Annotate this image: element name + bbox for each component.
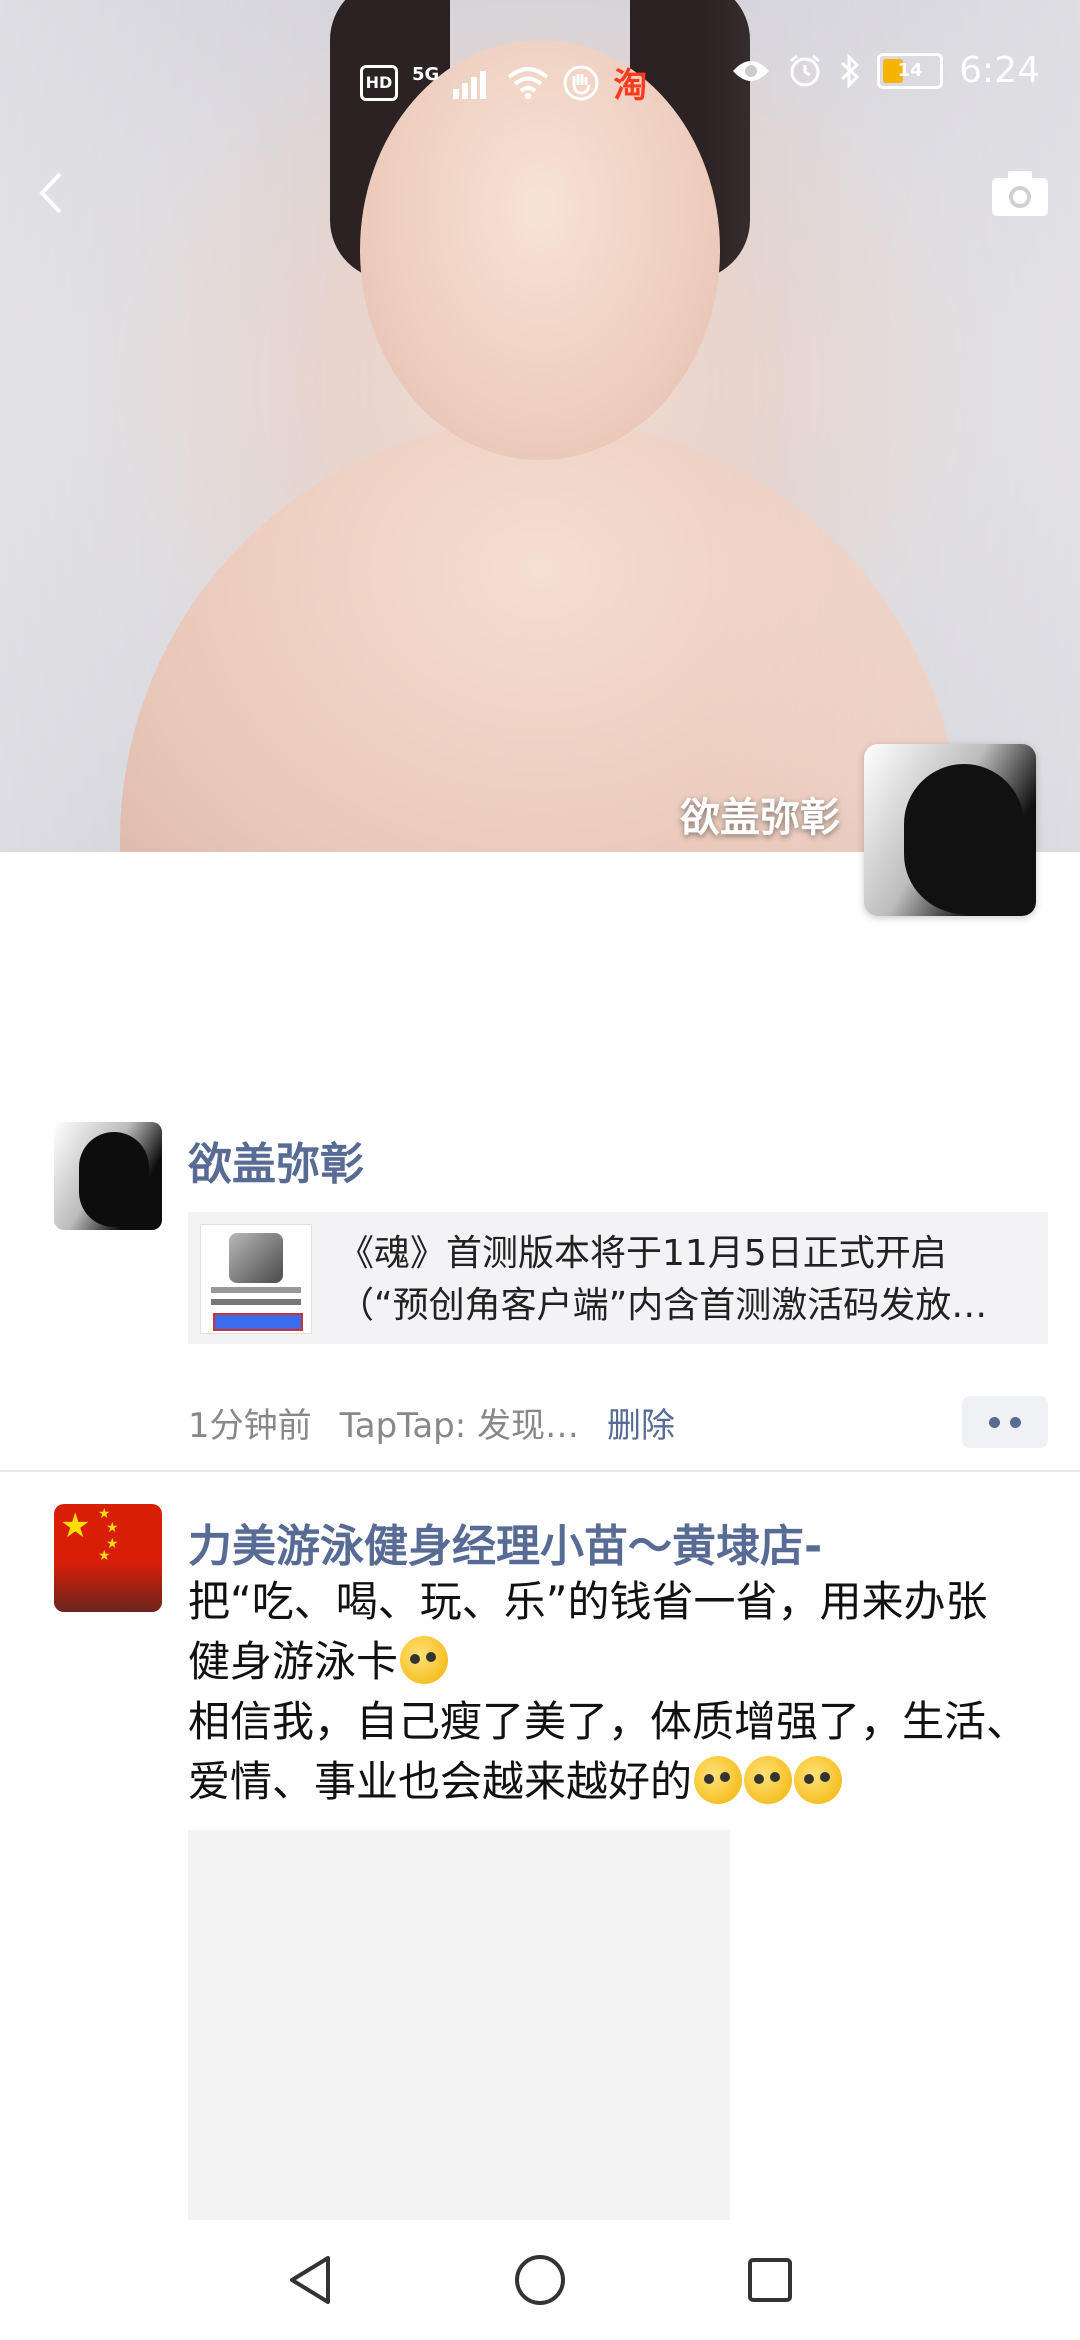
battery-level: 14 xyxy=(897,60,923,81)
wifi-icon xyxy=(508,66,549,99)
chevron-left-icon xyxy=(39,172,62,214)
shared-link-line-1: 《魂》首测版本将于11月5日正式开启 xyxy=(338,1233,947,1274)
avatar-silhouette xyxy=(904,764,1024,914)
camera-icon xyxy=(992,171,1048,216)
alarm-icon xyxy=(790,54,821,86)
post-image[interactable] xyxy=(188,1830,730,2220)
back-button[interactable] xyxy=(28,168,78,218)
game-logo-icon xyxy=(229,1233,283,1283)
post-avatar[interactable] xyxy=(54,1122,162,1230)
post-time: 1分钟前 xyxy=(188,1406,312,1446)
nav-home-button[interactable] xyxy=(510,2250,570,2310)
more-dot-icon xyxy=(989,1416,1000,1428)
bluetooth-icon xyxy=(841,52,860,89)
status-time: 6:24 xyxy=(959,50,1040,91)
post-avatar[interactable]: ★ ★ ★ ★ ★ xyxy=(54,1504,162,1612)
hd-icon: HD xyxy=(360,64,398,101)
nav-recents-button[interactable] xyxy=(740,2250,800,2310)
system-navigation-bar xyxy=(0,2222,1080,2340)
status-left: HD 5G 淘 xyxy=(360,58,647,107)
post-divider xyxy=(0,1470,1080,1472)
battery-icon: 14 xyxy=(877,52,944,89)
post-username[interactable]: 力美游泳健身经理小苗～黄埭店- xyxy=(188,1510,822,1574)
signal-icon xyxy=(453,70,487,99)
thumb-line xyxy=(211,1287,301,1293)
post-text: 把“吃、喝、玩、乐”的钱省一省，用来办张健身游泳卡 相信我，自己瘦了美了，体质增… xyxy=(188,1572,1028,1812)
tongue-emoji-icon xyxy=(694,1756,743,1804)
star-icon: ★ xyxy=(60,1506,91,1546)
eye-icon xyxy=(733,60,770,81)
post-meta: 1分钟前 TapTap: 发现… 删除 xyxy=(188,1398,675,1447)
hand-icon xyxy=(563,65,599,100)
delete-button[interactable]: 删除 xyxy=(607,1398,675,1447)
profile-avatar[interactable] xyxy=(864,744,1036,916)
thumb-line xyxy=(211,1299,301,1305)
cover-username: 欲盖弥彰 xyxy=(680,795,840,841)
taobao-icon: 淘 xyxy=(613,66,648,106)
avatar-silhouette xyxy=(79,1132,149,1227)
more-actions-button[interactable] xyxy=(962,1396,1048,1448)
post-username[interactable]: 欲盖弥彰 xyxy=(188,1128,364,1192)
shared-link-title: 《魂》首测版本将于11月5日正式开启 （“预创角客户端”内含首测激活码发放… xyxy=(338,1228,1028,1332)
status-right: 14 6:24 xyxy=(731,50,1040,91)
nav-back-icon xyxy=(290,2256,330,2304)
city-skyline xyxy=(54,1562,162,1612)
shared-link-line-2: （“预创角客户端”内含首测激活码发放… xyxy=(338,1285,988,1326)
tongue-emoji-icon xyxy=(744,1756,793,1804)
camera-button[interactable] xyxy=(990,168,1050,218)
smirk-emoji-icon xyxy=(400,1636,449,1684)
thumb-button xyxy=(213,1313,303,1331)
status-bar: HD 5G 淘 14 6:24 xyxy=(0,0,1080,160)
nav-home-icon xyxy=(515,2255,565,2305)
shared-link-thumbnail xyxy=(200,1224,312,1334)
network-type: 5G xyxy=(412,64,440,85)
nav-recents-icon xyxy=(748,2258,792,2302)
post-source[interactable]: TapTap: 发现… xyxy=(340,1398,579,1447)
tongue-emoji-icon xyxy=(794,1756,843,1804)
post-text-line-2: 相信我，自己瘦了美了，体质增强了，生活、爱情、事业也会越来越好的 xyxy=(188,1697,1029,1806)
nav-back-button[interactable] xyxy=(280,2250,340,2310)
more-dot-icon xyxy=(1010,1416,1021,1428)
shared-link-card[interactable]: 《魂》首测版本将于11月5日正式开启 （“预创角客户端”内含首测激活码发放… xyxy=(188,1212,1048,1344)
star-icon: ★ xyxy=(106,1520,119,1536)
post-text-line-1: 把“吃、喝、玩、乐”的钱省一省，用来办张健身游泳卡 xyxy=(188,1577,988,1686)
